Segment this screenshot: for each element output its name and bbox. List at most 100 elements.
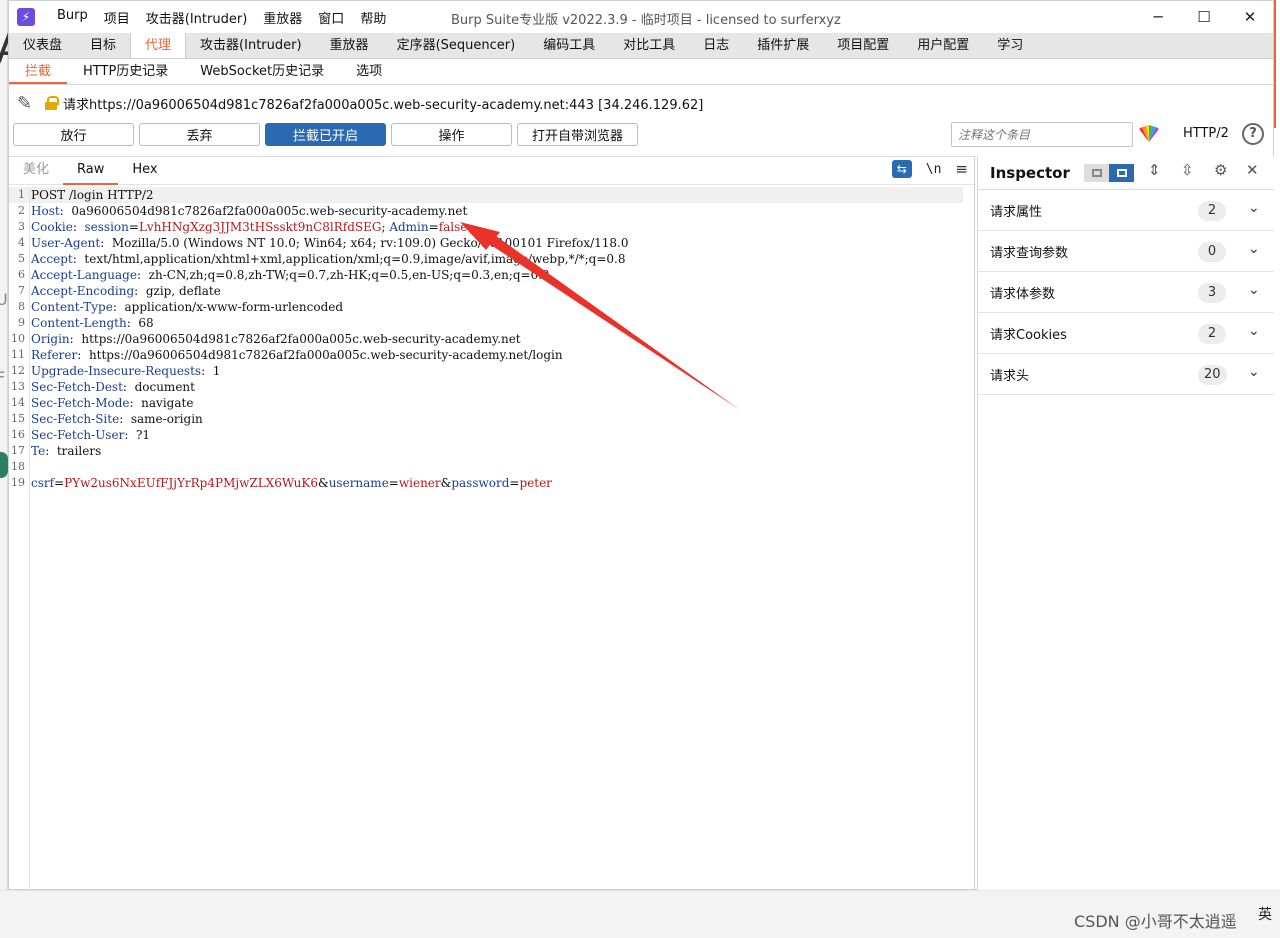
- chevron-down-icon[interactable]: ⌄: [1248, 241, 1260, 257]
- editor-menu-icon[interactable]: ≡: [955, 160, 968, 178]
- line-wrap-icon[interactable]: ⇆: [891, 160, 912, 178]
- editor-tab-0[interactable]: 美化: [9, 156, 63, 185]
- inspector-section[interactable]: 请求查询参数 0 ⌄: [978, 231, 1274, 272]
- main-tab-0[interactable]: 仪表盘: [9, 33, 76, 58]
- line-segment: Te: [31, 444, 46, 458]
- inspector-section-count: 20: [1198, 365, 1227, 385]
- request-line: 4 User-Agent: Mozilla/5.0 (Windows NT 10.…: [9, 235, 974, 251]
- line-segment: wiener: [398, 476, 441, 490]
- menu-item-5[interactable]: 帮助: [352, 8, 394, 27]
- highlight-color-icon[interactable]: [1137, 125, 1161, 143]
- gear-icon[interactable]: ⚙: [1214, 161, 1227, 179]
- intercept-toggle-button[interactable]: 拦截已开启: [265, 122, 386, 146]
- line-segment: session: [84, 220, 129, 234]
- request-line: 8 Content-Type: application/x-www-form-ur…: [9, 299, 974, 315]
- ime-indicator[interactable]: 英: [1258, 904, 1272, 924]
- open-browser-button[interactable]: 打开自带浏览器: [517, 122, 638, 146]
- line-text: Te: trailers: [27, 443, 101, 459]
- chevron-down-icon[interactable]: ⌄: [1248, 323, 1260, 339]
- inspector-section[interactable]: 请求Cookies 2 ⌄: [978, 313, 1274, 354]
- line-text: Sec-Fetch-Site: same-origin: [27, 411, 203, 427]
- expand-all-icon[interactable]: ⇕: [1148, 161, 1161, 179]
- editor-tab-2[interactable]: Hex: [118, 156, 171, 185]
- main-tab-10[interactable]: 项目配置: [823, 33, 903, 58]
- chevron-down-icon[interactable]: ⌄: [1248, 200, 1260, 216]
- inspector-section-label: 请求查询参数: [990, 245, 1069, 261]
- line-segment: csrf: [31, 476, 55, 490]
- line-segment: : same-origin: [119, 412, 203, 426]
- maximize-icon[interactable]: ☐: [1181, 1, 1227, 33]
- menu-item-3[interactable]: 重放器: [255, 8, 310, 27]
- help-icon[interactable]: ?: [1242, 123, 1264, 145]
- collapse-all-icon[interactable]: ⇳: [1181, 161, 1194, 179]
- watermark: CSDN @小哥不太逍遥: [1074, 912, 1237, 931]
- main-tab-3[interactable]: 攻击器(Intruder): [186, 33, 316, 58]
- line-number: 6: [18, 268, 25, 281]
- line-segment: Sec-Fetch-Dest: [31, 380, 123, 394]
- main-tab-12[interactable]: 学习: [983, 33, 1037, 58]
- main-tab-5[interactable]: 定序器(Sequencer): [383, 33, 530, 58]
- close-icon[interactable]: ✕: [1227, 1, 1273, 33]
- minimize-icon[interactable]: ─: [1135, 1, 1181, 33]
- main-tab-11[interactable]: 用户配置: [903, 33, 983, 58]
- show-newlines-icon[interactable]: \n: [926, 162, 942, 177]
- inspector-section-count: 2: [1198, 201, 1226, 221]
- line-segment: false: [438, 220, 468, 234]
- chevron-down-icon[interactable]: ⌄: [1248, 364, 1260, 380]
- request-line: 13 Sec-Fetch-Dest: document: [9, 379, 974, 395]
- pencil-icon[interactable]: ✎: [17, 93, 41, 114]
- line-segment: peter: [519, 476, 552, 490]
- line-segment: &: [440, 476, 452, 490]
- inspector-section[interactable]: 请求属性 2 ⌄: [978, 190, 1274, 231]
- main-tab-6[interactable]: 编码工具: [529, 33, 609, 58]
- action-button[interactable]: 操作: [391, 122, 512, 146]
- window-title: Burp Suite专业版 v2022.3.9 - 临时项目 - license…: [451, 13, 841, 28]
- menu-item-4[interactable]: 窗口: [310, 8, 352, 27]
- menu-item-2[interactable]: 攻击器(Intruder): [138, 8, 256, 27]
- protocol-label[interactable]: HTTP/2: [1183, 126, 1229, 141]
- line-segment: Content-Length: [31, 316, 127, 330]
- main-tab-4[interactable]: 重放器: [316, 33, 383, 58]
- comment-input[interactable]: [951, 122, 1133, 147]
- request-line: 12 Upgrade-Insecure-Requests: 1: [9, 363, 974, 379]
- line-segment: =: [509, 476, 520, 490]
- line-text: csrf=PYw2us6NxEUfFJjYrRp4PMjwZLX6WuK6&us…: [27, 475, 552, 491]
- editor-tab-1[interactable]: Raw: [63, 156, 119, 185]
- line-segment: Host: [31, 204, 60, 218]
- main-tab-9[interactable]: 插件扩展: [743, 33, 823, 58]
- inspector-header: Inspector ⇕ ⇳ ⚙ ✕: [978, 156, 1274, 190]
- inspector-section[interactable]: 请求体参数 3 ⌄: [978, 272, 1274, 313]
- menu-item-1[interactable]: 项目: [96, 8, 138, 27]
- sub-tab-2[interactable]: WebSocket历史记录: [184, 59, 340, 84]
- line-number: 17: [11, 444, 25, 457]
- line-text: Accept: text/html,application/xhtml+xml,…: [27, 251, 625, 267]
- line-segment: POST /login HTTP/2: [31, 188, 154, 202]
- close-inspector-icon[interactable]: ✕: [1246, 161, 1259, 179]
- main-tab-1[interactable]: 目标: [76, 33, 130, 58]
- forward-button[interactable]: 放行: [13, 122, 134, 146]
- request-line: 5 Accept: text/html,application/xhtml+xml…: [9, 251, 974, 267]
- main-tab-2[interactable]: 代理: [130, 33, 187, 58]
- line-segment: Admin: [389, 220, 429, 234]
- background-window-edge: A U F: [0, 0, 25, 938]
- line-text: Referer: https://0a96006504d981c7826af2f…: [27, 347, 563, 363]
- line-text: User-Agent: Mozilla/5.0 (Windows NT 10.0…: [27, 235, 629, 251]
- main-tab-7[interactable]: 对比工具: [609, 33, 689, 58]
- sub-tab-1[interactable]: HTTP历史记录: [67, 59, 184, 84]
- menu-item-0[interactable]: Burp: [49, 8, 96, 27]
- chevron-down-icon[interactable]: ⌄: [1248, 282, 1260, 298]
- sub-tab-3[interactable]: 选项: [340, 59, 398, 84]
- request-text-area[interactable]: 1 POST /login HTTP/2 2 Host: 0a96006504d981…: [9, 187, 974, 891]
- line-segment: Origin: [31, 332, 70, 346]
- line-number: 1: [18, 188, 25, 201]
- drop-button[interactable]: 丢弃: [139, 122, 260, 146]
- layout-horizontal-icon[interactable]: [1109, 164, 1134, 182]
- main-tab-8[interactable]: 日志: [689, 33, 743, 58]
- line-segment: username: [328, 476, 389, 490]
- layout-vertical-icon[interactable]: [1084, 164, 1109, 182]
- sub-tab-0[interactable]: 拦截: [9, 59, 68, 84]
- request-line: 18: [9, 459, 974, 475]
- request-line: 3 Cookie: session=LvhHNgXzg3JJM3tHSsskt9n…: [9, 219, 974, 235]
- proxy-sub-tab-bar: 拦截 HTTP历史记录 WebSocket历史记录 选项: [9, 59, 1273, 85]
- inspector-section[interactable]: 请求头 20 ⌄: [978, 354, 1274, 395]
